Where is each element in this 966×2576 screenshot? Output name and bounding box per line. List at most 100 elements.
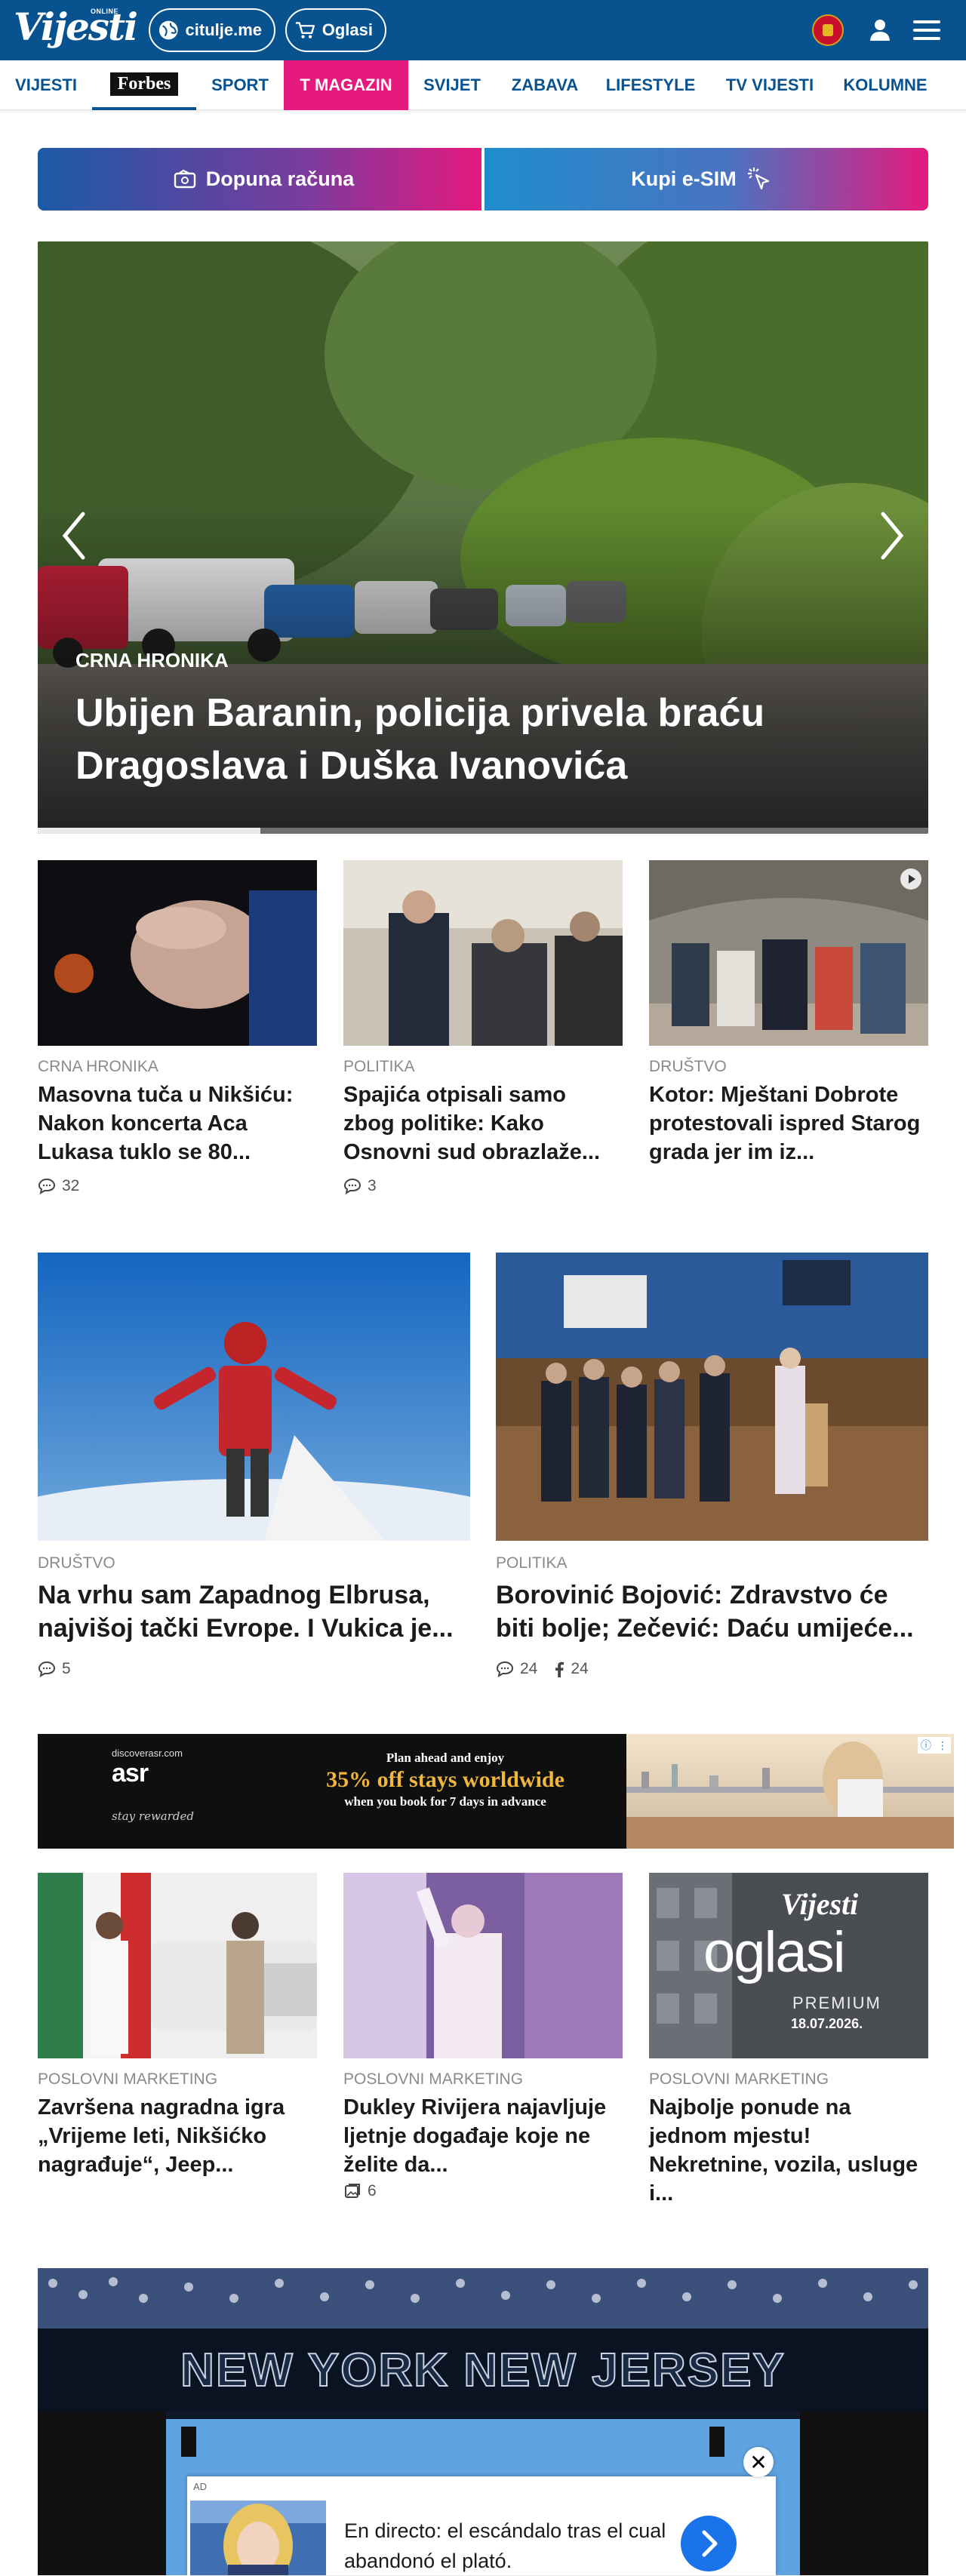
article-category[interactable]: POSLOVNI MARKETING — [343, 2070, 523, 2089]
video-play-icon — [900, 868, 921, 890]
floating-ad-text[interactable]: En directo: el escándalo tras el cual ab… — [344, 2516, 676, 2576]
nav-label: SVIJET — [423, 75, 481, 94]
article-category[interactable]: POLITIKA — [496, 1554, 568, 1572]
dopuna-racuna-button[interactable]: Dopuna računa — [38, 148, 481, 211]
floating-ad-image — [190, 2501, 326, 2575]
user-icon[interactable] — [865, 15, 895, 45]
ad-scene-image — [626, 1734, 954, 1849]
citulje-label: citulje.me — [185, 20, 262, 39]
facebook-icon — [555, 1661, 565, 1677]
slider-progress-fill — [38, 828, 260, 834]
hamburger-menu-icon[interactable] — [910, 17, 943, 44]
oglasi-label: Oglasi — [321, 20, 373, 39]
main-nav: VIJESTI Forbes SPORT T MAGAZIN SVIJET ZA… — [0, 60, 966, 110]
chevron-right-icon[interactable] — [877, 509, 907, 562]
thumb-oglasi-text: oglasi — [703, 1920, 846, 1984]
slider-progress-bar — [38, 828, 928, 834]
share-count: 24 — [571, 1660, 589, 1677]
dopuna-racuna-label: Dopuna računa — [205, 168, 355, 190]
nav-item-tv-vijesti[interactable]: TV VIJESTI — [707, 60, 832, 110]
article-card[interactable]: POSLOVNI MARKETING Završena nagradna igr… — [38, 1873, 317, 2205]
ad-message: Plan ahead and enjoy 35% off stays world… — [264, 1751, 626, 1809]
oglasi-button[interactable]: Oglasi — [285, 8, 386, 52]
article-card[interactable]: Vijesti oglasi PREMIUM 18.07.2026. POSLO… — [649, 1873, 928, 2208]
article-title[interactable]: Na vrhu sam Zapadnog Elbrusa, najvišoj t… — [38, 1578, 470, 1645]
site-logo[interactable]: ONLINE Vijesti — [14, 3, 138, 56]
article-category[interactable]: POLITIKA — [343, 1058, 415, 1076]
article-category[interactable]: POSLOVNI MARKETING — [649, 2070, 829, 2089]
article-title[interactable]: Borovinić Bojović: Zdravstvo će biti bol… — [496, 1578, 928, 1645]
nav-label: ZABAVA — [511, 75, 579, 94]
hero-headline[interactable]: Ubijen Baranin, policija privela braću D… — [75, 687, 891, 792]
article-title[interactable]: Spajića otpisali samo zbog politike: Kak… — [343, 1081, 623, 1167]
adchoices-icon[interactable]: ⓘ ⋮ — [918, 1737, 951, 1754]
topup-card-icon — [174, 169, 195, 188]
article-card[interactable]: DRUŠTVO Na vrhu sam Zapadnog Elbrusa, na… — [38, 1253, 470, 1690]
chevron-right-icon — [702, 2530, 718, 2557]
nav-label: LIFESTYLE — [605, 75, 696, 94]
article-title[interactable]: Najbolje ponude na jednom mjestu! Nekret… — [649, 2093, 928, 2208]
article-title[interactable]: Dukley Rivijera najavljuje ljetnje događ… — [343, 2093, 623, 2179]
top-bar: ONLINE Vijesti citulje.me Oglasi — [0, 0, 966, 60]
hero-category[interactable]: CRNA HRONIKA — [75, 649, 229, 672]
article-title[interactable]: Masovna tuča u Nikšiću: Nakon koncerta A… — [38, 1081, 317, 1167]
thumb-premium-text: PREMIUM — [792, 1993, 881, 2012]
floating-ad-go-button[interactable] — [681, 2516, 737, 2571]
logo-wordmark: Vijesti — [14, 5, 138, 49]
article-meta: 6 — [343, 2182, 377, 2200]
comment-count: 5 — [62, 1660, 71, 1677]
nav-item-vijesti[interactable]: VIJESTI — [0, 60, 92, 110]
article-card[interactable]: POLITIKA Borovinić Bojović: Zdravstvo će… — [496, 1253, 928, 1690]
article-title[interactable]: Završena nagradna igra „Vrijeme leti, Ni… — [38, 2093, 317, 2179]
article-card[interactable]: CRNA HRONIKA Masovna tuča u Nikšiću: Nak… — [38, 860, 317, 1207]
thumb-brand-text: Vijesti — [781, 1887, 859, 1921]
article-category[interactable]: DRUŠTVO — [649, 1058, 727, 1076]
ad-brand-logo: asr — [112, 1759, 149, 1788]
kupi-esim-button[interactable]: Kupi e-SIM — [485, 148, 928, 211]
close-ad-button[interactable]: ✕ — [743, 2447, 774, 2477]
ad-banner[interactable]: discoverasr.com asr stay rewarded Plan a… — [38, 1734, 954, 1849]
nav-label: TV VIJESTI — [725, 75, 814, 94]
ad-line-1: Plan ahead and enjoy — [386, 1751, 505, 1765]
comment-icon — [38, 1661, 56, 1677]
kupi-esim-label: Kupi e-SIM — [631, 168, 737, 190]
ad-line-2: 35% off stays worldwide — [326, 1767, 565, 1792]
nav-item-svijet[interactable]: SVIJET — [408, 60, 496, 110]
thumb-date-text: 18.07.2026. — [791, 2016, 863, 2031]
article-category[interactable]: POSLOVNI MARKETING — [38, 2070, 217, 2089]
nav-item-t-magazin[interactable]: T MAGAZIN — [284, 60, 408, 110]
article-thumbnail — [343, 860, 623, 1046]
globe-icon — [158, 20, 178, 40]
nav-label: KOLUMNE — [843, 75, 928, 94]
article-thumbnail — [38, 860, 317, 1046]
ad-signature: stay rewarded — [112, 1809, 194, 1823]
ad-brand: discoverasr.com asr stay rewarded — [112, 1748, 194, 1823]
article-meta: 32 — [38, 1177, 79, 1195]
article-title[interactable]: Kotor: Mještani Dobrote protestovali isp… — [649, 1081, 928, 1167]
nav-item-zabava[interactable]: ZABAVA — [496, 60, 594, 110]
nav-item-kolumne[interactable]: KOLUMNE — [832, 60, 938, 110]
nav-label: VIJESTI — [15, 75, 77, 94]
article-card[interactable]: DRUŠTVO Kotor: Mještani Dobrote protesto… — [649, 860, 928, 1207]
gallery-icon — [345, 2184, 360, 2198]
article-category[interactable]: CRNA HRONIKA — [38, 1058, 158, 1076]
article-thumbnail — [496, 1253, 928, 1541]
ad-line-3: when you book for 7 days in advance — [344, 1794, 546, 1809]
article-thumbnail — [343, 1873, 623, 2058]
citulje-button[interactable]: citulje.me — [149, 8, 275, 52]
comment-count: 3 — [368, 1177, 377, 1194]
article-category[interactable]: DRUŠTVO — [38, 1554, 115, 1572]
nav-item-forbes[interactable]: Forbes — [92, 60, 196, 110]
chevron-left-icon[interactable] — [59, 509, 89, 562]
article-meta: 24 24 — [496, 1660, 589, 1678]
article-card[interactable]: POSLOVNI MARKETING Dukley Rivijera najav… — [343, 1873, 623, 2205]
flag-montenegro-icon[interactable] — [812, 14, 844, 46]
nav-item-lifestyle[interactable]: LIFESTYLE — [594, 60, 707, 110]
article-thumbnail — [38, 1873, 317, 2058]
hero-slider[interactable]: CRNA HRONIKA Ubijen Baranin, policija pr… — [38, 241, 928, 834]
article-thumbnail — [649, 860, 928, 1046]
nav-item-sport[interactable]: SPORT — [196, 60, 284, 110]
floating-ad[interactable]: AD En directo: el escándalo tras el cual… — [187, 2476, 776, 2575]
nav-label: SPORT — [211, 75, 269, 94]
article-card[interactable]: POLITIKA Spajića otpisali samo zbog poli… — [343, 860, 623, 1207]
